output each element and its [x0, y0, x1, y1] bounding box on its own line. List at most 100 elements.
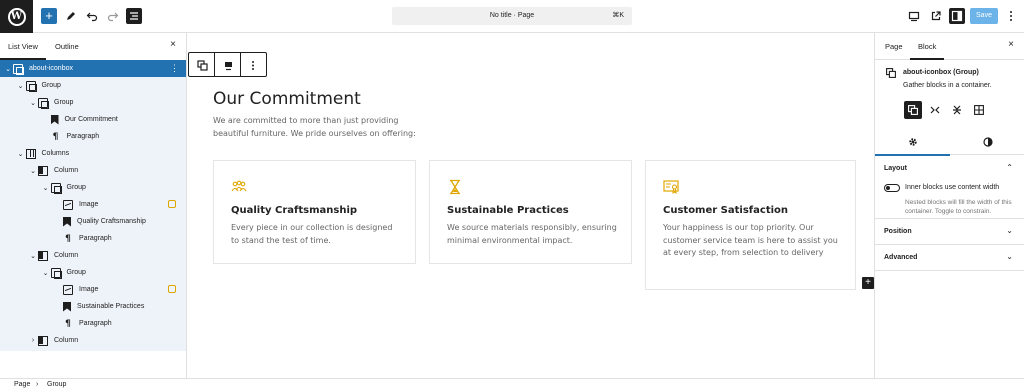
list-view-item[interactable]: ¶ Paragraph — [0, 230, 186, 247]
advanced-panel[interactable]: Advanced ⌄ — [875, 245, 1024, 271]
block-name: about-iconbox (Group) — [903, 69, 979, 76]
tab-block[interactable]: Block — [909, 42, 945, 60]
expander-chevron-icon[interactable]: › — [28, 337, 38, 344]
expander-chevron-icon[interactable]: ⌄ — [28, 252, 38, 260]
document-overview-button[interactable] — [126, 8, 142, 24]
list-view-item-label: Image — [79, 286, 99, 293]
section-heading[interactable]: Our Commitment — [213, 89, 361, 109]
card-text: We source materials responsibly, ensurin… — [447, 223, 617, 245]
expander-chevron-icon[interactable]: ⌄ — [41, 184, 51, 192]
feature-card[interactable]: Quality Craftsmanship Every piece in our… — [213, 160, 416, 264]
block-inserter-plus-button[interactable]: + — [862, 277, 874, 289]
block-toolbar — [188, 52, 267, 77]
group-icon — [886, 68, 896, 78]
image-placeholder-icon — [168, 200, 176, 208]
close-list-view-button[interactable]: × — [170, 39, 176, 50]
preview-button[interactable] — [906, 8, 922, 24]
list-view-item-label: Group — [41, 82, 61, 89]
close-settings-button[interactable]: × — [1008, 39, 1014, 50]
tab-page[interactable]: Page — [885, 42, 903, 51]
view-page-button[interactable] — [928, 8, 944, 24]
group-icon — [908, 105, 918, 115]
list-view-item[interactable]: Image — [0, 281, 186, 298]
list-view-item[interactable]: Quality Craftsmanship — [0, 213, 186, 230]
undo-button[interactable] — [84, 8, 100, 24]
list-view-item[interactable]: Sustainable Practices — [0, 298, 186, 315]
group-icon — [50, 182, 62, 194]
tools-pencil-button[interactable] — [63, 8, 79, 24]
paragraph-icon: ¶ — [65, 318, 71, 329]
tab-outline[interactable]: Outline — [55, 42, 79, 51]
wordpress-logo-button[interactable]: W — [0, 0, 33, 33]
align-icon — [224, 61, 232, 70]
list-view-item[interactable]: ⌄ Group — [0, 264, 186, 281]
column-icon — [38, 335, 48, 346]
layout-panel-title[interactable]: Layout — [884, 165, 907, 172]
settings-toggle-button[interactable] — [949, 8, 965, 24]
position-panel[interactable]: Position ⌄ — [875, 219, 1024, 245]
expander-chevron-icon[interactable]: ⌄ — [3, 65, 13, 73]
intro-paragraph[interactable]: We are committed to more than just provi… — [213, 115, 428, 140]
breadcrumb-group[interactable]: Group — [47, 381, 66, 388]
list-view-item[interactable]: ¶ Paragraph — [0, 315, 186, 332]
group-icon — [25, 80, 37, 92]
group-icon — [50, 267, 62, 279]
variation-grid-button[interactable] — [970, 101, 988, 119]
list-view-item[interactable]: ⌄ Group — [0, 179, 186, 196]
list-view-item-label: Column — [54, 252, 79, 259]
list-view-item[interactable]: ⌄ Column — [0, 162, 186, 179]
block-type-button[interactable] — [196, 59, 208, 71]
list-view-item[interactable]: ⌄ Group — [0, 94, 186, 111]
group-icon — [196, 59, 208, 71]
column-icon — [38, 250, 48, 261]
undo-icon — [86, 12, 98, 22]
variation-row-button[interactable] — [926, 101, 944, 119]
certificate-icon — [663, 180, 679, 195]
settings-tabs: Page Block × — [875, 33, 1024, 60]
save-button[interactable]: Save — [970, 8, 998, 24]
list-view-item[interactable]: ⌄ Column — [0, 247, 186, 264]
list-view-item[interactable]: ⌄ about-iconbox ⋮ — [0, 60, 186, 77]
block-inserter-button[interactable]: + — [41, 8, 57, 24]
chevron-up-icon[interactable]: ⌃ — [1006, 163, 1013, 172]
tab-styles[interactable] — [950, 129, 1024, 155]
inner-blocks-toggle[interactable] — [884, 184, 900, 192]
card-title: Quality Craftsmanship — [231, 205, 358, 216]
block-options-icon[interactable]: ⋮ — [170, 60, 179, 77]
align-button[interactable] — [222, 59, 234, 71]
group-icon — [38, 97, 49, 109]
expander-chevron-icon[interactable]: ⌄ — [28, 167, 38, 175]
wordpress-icon: W — [7, 7, 26, 26]
tab-list-view[interactable]: List View — [0, 42, 46, 60]
document-title: No title · Page — [489, 12, 535, 19]
editor-canvas: Our Commitment We are committed to more … — [188, 33, 874, 378]
heading-icon — [63, 216, 71, 227]
list-view-item[interactable]: › Column — [0, 332, 186, 349]
redo-button[interactable] — [105, 8, 121, 24]
card-title: Sustainable Practices — [447, 205, 569, 216]
expander-chevron-icon[interactable]: ⌄ — [16, 82, 26, 90]
options-menu-button[interactable] — [1003, 8, 1019, 24]
expander-chevron-icon[interactable]: ⌄ — [28, 99, 38, 107]
list-view-item-label: about-iconbox — [29, 65, 73, 72]
feature-card[interactable]: Customer Satisfaction Your happiness is … — [645, 160, 856, 290]
list-view-item[interactable]: ¶ Paragraph — [0, 128, 186, 145]
block-options-button[interactable] — [247, 59, 259, 71]
list-view-item[interactable]: ⌄ Columns — [0, 145, 186, 162]
variation-stack-button[interactable] — [948, 101, 966, 119]
toolbar-divider — [214, 53, 215, 76]
contrast-icon — [982, 137, 993, 147]
list-view-item[interactable]: Image — [0, 196, 186, 213]
breadcrumb-page[interactable]: Page — [14, 381, 30, 388]
chevron-down-icon: ⌄ — [1006, 226, 1013, 235]
expander-chevron-icon[interactable]: ⌄ — [16, 150, 26, 158]
list-view-item[interactable]: Our Commitment — [0, 111, 186, 128]
command-palette-bar[interactable]: No title · Page ⌘K — [392, 7, 632, 25]
tab-settings[interactable] — [875, 129, 950, 156]
list-view-tabs: List View Outline × — [0, 33, 186, 60]
image-icon — [63, 284, 73, 295]
expander-chevron-icon[interactable]: ⌄ — [41, 269, 51, 277]
feature-card[interactable]: Sustainable Practices We source material… — [429, 160, 632, 264]
list-view-item[interactable]: ⌄ Group — [0, 77, 186, 94]
variation-group-button[interactable] — [904, 101, 922, 119]
